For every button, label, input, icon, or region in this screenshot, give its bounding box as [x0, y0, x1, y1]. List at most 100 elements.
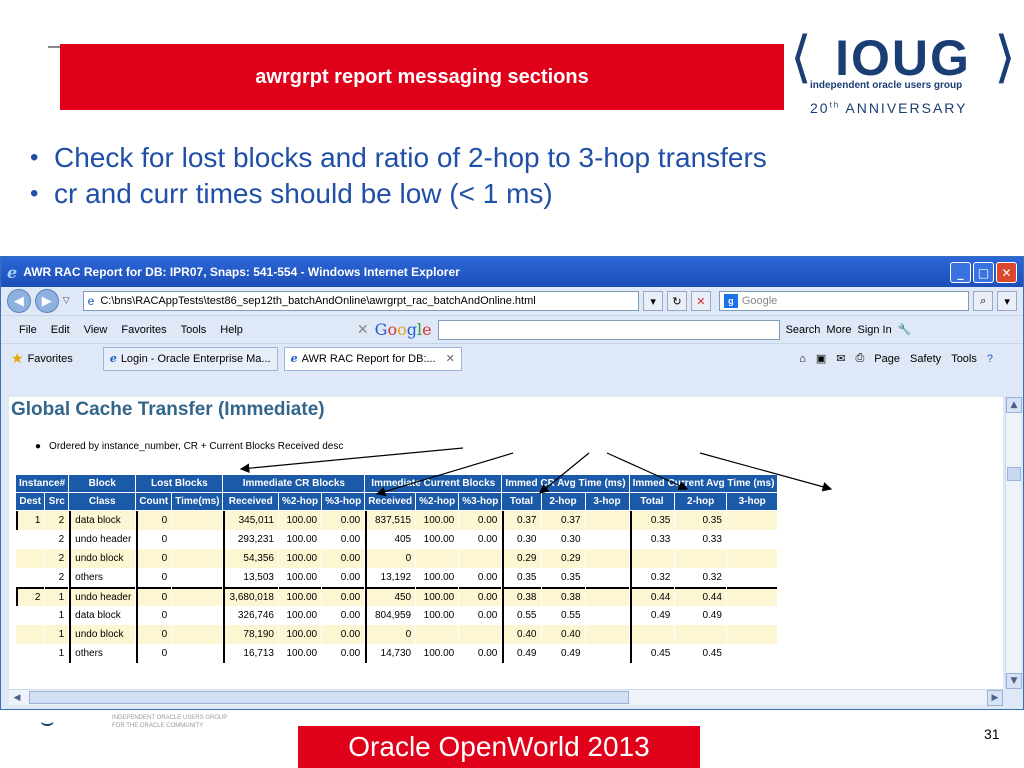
table-cell: 14,730 [365, 644, 416, 663]
table-cell: 0.37 [502, 511, 541, 530]
column-header: 2-hop [541, 493, 585, 511]
ioug-swoosh-icon: ⌣ [40, 710, 55, 735]
tab-close-icon[interactable]: ✕ [446, 352, 455, 365]
table-row: 1 2 data block 0 345,011 100.00 0.00 837,515 100… [16, 511, 778, 530]
table-cell: 0.38 [541, 587, 585, 606]
table-cell [629, 549, 675, 568]
search-input[interactable]: g Google [718, 291, 970, 311]
table-cell [172, 530, 223, 549]
header-group: Block [69, 475, 136, 493]
home-icon[interactable]: ⌂ [799, 353, 806, 365]
table-cell: others [69, 644, 136, 663]
address-bar: ◀ ▶ ▽ e C:\bns\RACAppTests\test86_sep12th… [1, 287, 1023, 315]
window-titlebar[interactable]: e AWR RAC Report for DB: IPR07, Snaps: 5… [1, 257, 1023, 287]
menu-edit[interactable]: Edit [51, 324, 70, 336]
search-button[interactable]: ⌕ [973, 291, 994, 311]
scroll-up-icon[interactable]: ▲ [1006, 397, 1022, 413]
page-menu[interactable]: Page [874, 353, 900, 365]
table-cell: 0.29 [541, 549, 585, 568]
favorites-button[interactable]: Favorites [28, 353, 73, 365]
menu-view[interactable]: View [84, 324, 108, 336]
google-logo: Google [374, 320, 432, 339]
menu-help[interactable]: Help [220, 324, 243, 336]
menu-tools[interactable]: Tools [181, 324, 207, 336]
table-cell: 0.55 [541, 606, 585, 625]
table-cell: 13,503 [223, 568, 278, 587]
table-cell [172, 511, 223, 530]
tools-menu[interactable]: Tools [951, 353, 977, 365]
menu-file[interactable]: File [19, 324, 37, 336]
browser-window: e AWR RAC Report for DB: IPR07, Snaps: 5… [0, 256, 1024, 710]
google-search-button[interactable]: Search [786, 324, 821, 336]
table-cell: 0.49 [502, 644, 541, 663]
table-cell: 100.00 [278, 606, 322, 625]
table-cell [726, 530, 778, 549]
table-row: 2 undo block 0 54,356 100.00 0.00 0 0.29 0.29 [16, 549, 778, 568]
minimize-button[interactable]: _ [950, 262, 971, 283]
toolbar-close-icon[interactable]: ✕ [357, 321, 369, 338]
table-cell: 804,959 [365, 606, 416, 625]
table-cell: 16,713 [223, 644, 278, 663]
forward-button[interactable]: ▶ [34, 289, 59, 313]
column-header: %2-hop [416, 493, 459, 511]
scroll-down-icon[interactable]: ▼ [1006, 673, 1022, 689]
logo-anniversary: 20th ANNIVERSARY [810, 100, 968, 116]
table-cell [172, 606, 223, 625]
google-more-button[interactable]: More [826, 324, 851, 336]
column-header: Time(ms) [172, 493, 223, 511]
column-header: Class [69, 493, 136, 511]
horizontal-scroll-thumb[interactable] [29, 691, 629, 704]
table-cell: 0.00 [459, 644, 502, 663]
table-cell: 450 [365, 587, 416, 606]
back-button[interactable]: ◀ [7, 289, 31, 313]
table-cell: 0 [136, 511, 172, 530]
table-cell [585, 511, 629, 530]
table-cell: 2 [45, 511, 69, 530]
wrench-icon[interactable]: 🔧 [898, 323, 912, 336]
search-options-button[interactable]: ▾ [997, 291, 1018, 311]
table-cell: 0.29 [502, 549, 541, 568]
table-cell [585, 644, 629, 663]
table-cell: data block [69, 511, 136, 530]
history-dropdown-icon[interactable]: ▽ [63, 296, 73, 306]
table-cell: 100.00 [416, 530, 459, 549]
mail-icon[interactable]: ✉ [836, 352, 845, 365]
help-icon[interactable]: ? [987, 353, 993, 365]
table-cell: 0 [136, 644, 172, 663]
logo-left-bracket: ⟨ [790, 25, 812, 90]
scroll-left-icon[interactable]: ◀ [9, 690, 25, 706]
table-cell: 100.00 [278, 644, 322, 663]
refresh-button[interactable]: ↻ [667, 291, 687, 311]
table-cell: 0.35 [675, 511, 726, 530]
address-input[interactable]: e C:\bns\RACAppTests\test86_sep12th_batch… [82, 291, 640, 311]
stop-button[interactable]: ✕ [690, 291, 711, 311]
google-toolbar-input[interactable] [437, 319, 780, 340]
table-cell: 345,011 [223, 511, 278, 530]
safety-menu[interactable]: Safety [910, 353, 941, 365]
table-cell [585, 549, 629, 568]
table-cell: 0.45 [675, 644, 726, 663]
table-cell: 0.00 [459, 606, 502, 625]
address-dropdown-button[interactable]: ▾ [643, 291, 664, 311]
close-button[interactable]: ✕ [996, 262, 1017, 283]
tab-awr-report[interactable]: e AWR RAC Report for DB:... ✕ [283, 346, 462, 371]
header-group: Immed CR Avg Time (ms) [502, 475, 629, 493]
vertical-scrollbar[interactable]: ▲ ▼ [1005, 397, 1022, 689]
table-cell: 1 [16, 511, 45, 530]
print-icon[interactable]: ⎙ [855, 352, 864, 365]
vertical-scroll-thumb[interactable] [1007, 467, 1021, 481]
feeds-icon[interactable]: ▣ [816, 352, 826, 365]
table-cell [172, 568, 223, 587]
table-cell: 0.32 [629, 568, 675, 587]
slide: awrgrpt report messaging sections ⟨ IOUG… [0, 0, 1024, 768]
table-cell [459, 625, 502, 644]
google-signin-button[interactable]: Sign In [857, 324, 891, 336]
scroll-right-icon[interactable]: ▶ [987, 690, 1003, 706]
menu-favorites[interactable]: Favorites [121, 324, 166, 336]
horizontal-scrollbar[interactable]: ◀ ▶ [9, 689, 1003, 706]
column-header: %2-hop [278, 493, 322, 511]
table-cell: 1 [45, 606, 69, 625]
maximize-button[interactable]: □ [973, 262, 994, 283]
table-cell [675, 625, 726, 644]
tab-login[interactable]: e Login - Oracle Enterprise Ma... [102, 346, 278, 371]
